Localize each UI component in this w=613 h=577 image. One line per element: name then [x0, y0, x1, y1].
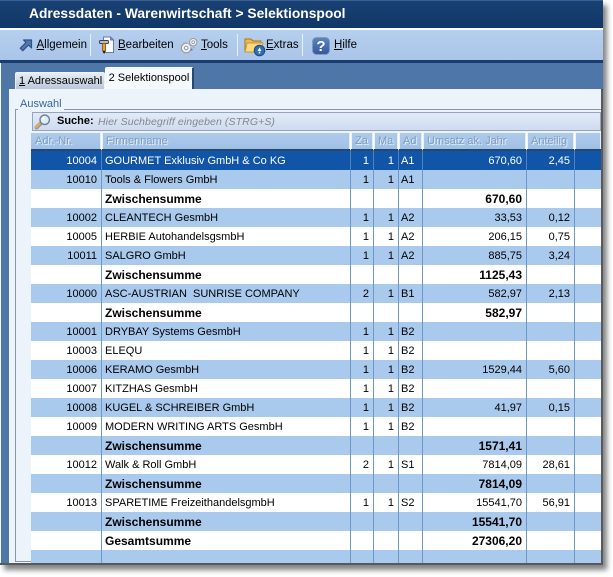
svg-text:?: ? [316, 38, 325, 55]
